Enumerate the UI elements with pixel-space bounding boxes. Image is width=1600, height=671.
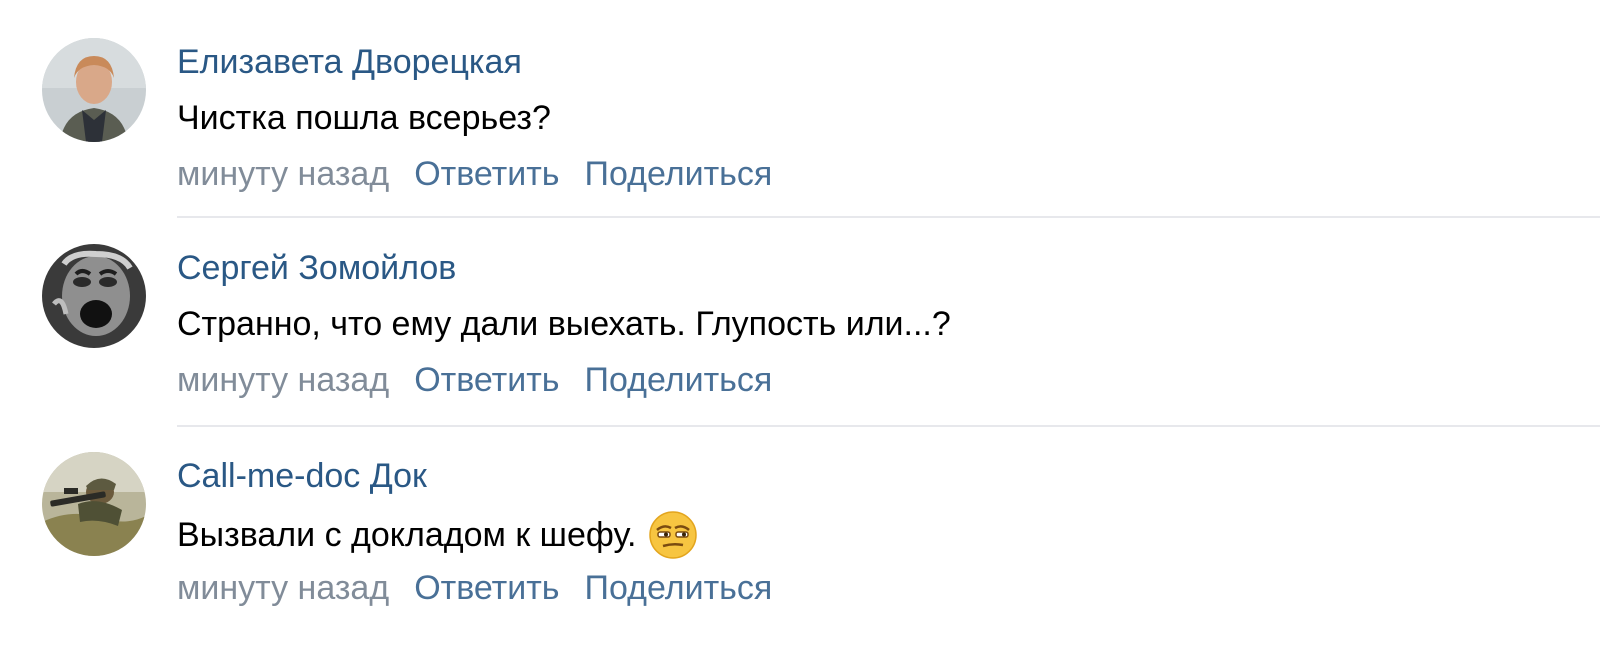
comment-text-content: Странно, что ему дали выехать. Глупость … bbox=[177, 305, 951, 343]
comments-feed: Елизавета Дворецкая Чистка пошла всерьез… bbox=[0, 0, 1600, 671]
comment-text-content: Вызвали с докладом к шефу. bbox=[177, 516, 637, 554]
comment-meta: минуту назад Ответить Поделиться bbox=[177, 358, 772, 402]
comment-item: Елизавета Дворецкая Чистка пошла всерьез… bbox=[0, 0, 1600, 210]
comment-item: Call-me-doc Док Вызвали с докладом к шеф… bbox=[0, 414, 1600, 624]
timestamp-link[interactable]: минуту назад bbox=[177, 358, 389, 402]
share-button[interactable]: Поделиться bbox=[585, 152, 773, 196]
timestamp-link[interactable]: минуту назад bbox=[177, 152, 389, 196]
comment-meta: минуту назад Ответить Поделиться bbox=[177, 152, 772, 196]
avatar[interactable] bbox=[42, 38, 146, 142]
smirking-face-emoji-icon bbox=[648, 510, 698, 560]
avatar[interactable] bbox=[42, 244, 146, 348]
reply-button[interactable]: Ответить bbox=[414, 566, 559, 610]
share-button[interactable]: Поделиться bbox=[585, 566, 773, 610]
share-button[interactable]: Поделиться bbox=[585, 358, 773, 402]
comment-text-content: Чистка пошла всерьез? bbox=[177, 99, 551, 137]
author-name[interactable]: Елизавета Дворецкая bbox=[177, 40, 522, 84]
author-name[interactable]: Call-me-doc Док bbox=[177, 454, 427, 498]
comment-text: Чистка пошла всерьез? bbox=[177, 96, 551, 140]
timestamp-link[interactable]: минуту назад bbox=[177, 566, 389, 610]
reply-button[interactable]: Ответить bbox=[414, 152, 559, 196]
comment-text: Вызвали с докладом к шефу. bbox=[177, 510, 698, 560]
reply-button[interactable]: Ответить bbox=[414, 358, 559, 402]
comment-item: Сергей Зомойлов Странно, что ему дали вы… bbox=[0, 206, 1600, 416]
comment-text: Странно, что ему дали выехать. Глупость … bbox=[177, 302, 951, 346]
avatar[interactable] bbox=[42, 452, 146, 556]
comment-meta: минуту назад Ответить Поделиться bbox=[177, 566, 772, 610]
author-name[interactable]: Сергей Зомойлов bbox=[177, 246, 456, 290]
woman-portrait-avatar-icon bbox=[42, 38, 146, 142]
soldier-with-rifle-avatar-icon bbox=[42, 452, 146, 556]
screaming-face-avatar-icon bbox=[42, 244, 146, 348]
